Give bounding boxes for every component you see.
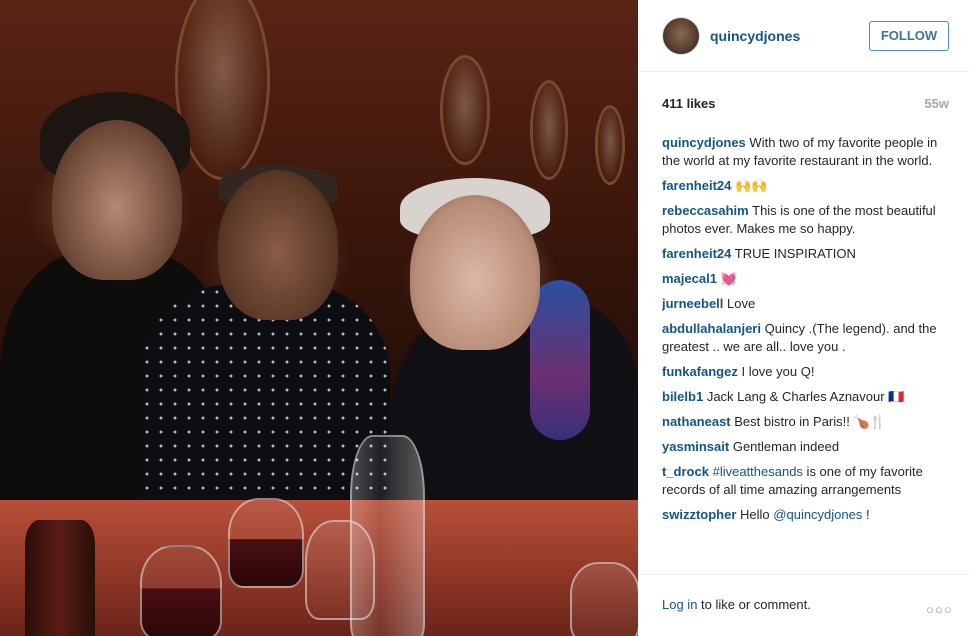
comment: farenheit24 🙌🙌: [662, 177, 952, 195]
login-prompt-text: to like or comment.: [697, 597, 811, 612]
comment: rebeccasahim This is one of the most bea…: [662, 202, 952, 238]
comment-username[interactable]: yasminsait: [662, 439, 729, 454]
wall-mirror: [440, 55, 490, 165]
comment: swizztopher Hello @quincydjones !: [662, 506, 952, 524]
comment: yasminsait Gentleman indeed: [662, 438, 952, 456]
comment-username[interactable]: majecal1: [662, 271, 717, 286]
comment-text: TRUE INSPIRATION: [734, 246, 856, 261]
wine-glass: [140, 545, 222, 636]
comment-text: Gentleman indeed: [732, 439, 840, 454]
comment: farenheit24 TRUE INSPIRATION: [662, 245, 952, 263]
comment-username[interactable]: t_drock: [662, 464, 709, 479]
post-header: quincydjones FOLLOW: [638, 0, 969, 72]
comment-text: 💓: [720, 271, 737, 286]
wine-bottle: [25, 520, 95, 636]
wall-mirror: [595, 105, 625, 185]
more-options-icon[interactable]: ○○○: [926, 602, 953, 617]
comment-username[interactable]: quincydjones: [662, 135, 746, 150]
person-right-face: [410, 195, 540, 350]
comment: majecal1 💓: [662, 270, 952, 288]
comment-username[interactable]: farenheit24: [662, 178, 731, 193]
post-sidebar: quincydjones FOLLOW 411 likes 55w quincy…: [638, 0, 969, 636]
wine-glass: [228, 498, 304, 588]
comment-username[interactable]: abdullahalanjeri: [662, 321, 761, 336]
login-link[interactable]: Log in: [662, 597, 697, 612]
water-bottle: [350, 435, 425, 636]
water-glass: [570, 562, 638, 636]
comment-username[interactable]: bilelb1: [662, 389, 703, 404]
post-footer: Log in to like or comment. ○○○: [638, 574, 969, 636]
post-age[interactable]: 55w: [924, 96, 949, 111]
scarf: [530, 280, 590, 440]
comment-text-prefix: Hello: [740, 507, 774, 522]
avatar[interactable]: [662, 17, 700, 55]
comment: bilelb1 Jack Lang & Charles Aznavour 🇫🇷: [662, 388, 952, 406]
comment-text: !: [862, 507, 870, 522]
comment: t_drock #liveatthesands is one of my fav…: [662, 463, 952, 499]
comment: abdullahalanjeri Quincy .(The legend). a…: [662, 320, 952, 356]
comment-username[interactable]: rebeccasahim: [662, 203, 749, 218]
comment-text: Jack Lang & Charles Aznavour 🇫🇷: [706, 389, 905, 404]
comment: quincydjones With two of my favorite peo…: [662, 134, 952, 170]
comment-text: Best bistro in Paris!! 🍗🍴: [734, 414, 886, 429]
comment-username[interactable]: funkafangez: [662, 364, 738, 379]
comment-username[interactable]: farenheit24: [662, 246, 731, 261]
follow-button[interactable]: FOLLOW: [869, 21, 949, 51]
comments-list[interactable]: quincydjones With two of my favorite peo…: [662, 134, 952, 566]
person-left-face: [52, 120, 182, 280]
comment-username[interactable]: jurneebell: [662, 296, 723, 311]
comment: jurneebell Love: [662, 295, 952, 313]
login-prompt: Log in to like or comment.: [662, 597, 811, 612]
hashtag-link[interactable]: #liveatthesands: [713, 464, 803, 479]
wall-mirror: [530, 80, 568, 180]
comment-username[interactable]: nathaneast: [662, 414, 731, 429]
comment-username[interactable]: swizztopher: [662, 507, 736, 522]
post-photo[interactable]: [0, 0, 638, 636]
person-center-face: [218, 170, 338, 320]
comment-text: I love you Q!: [741, 364, 815, 379]
likes-row: 411 likes 55w: [662, 96, 949, 114]
likes-count[interactable]: 411 likes: [662, 96, 716, 111]
comment: funkafangez I love you Q!: [662, 363, 952, 381]
post-username[interactable]: quincydjones: [710, 28, 800, 44]
comment-text: 🙌🙌: [735, 178, 768, 193]
comment-text: Love: [727, 296, 756, 311]
comment: nathaneast Best bistro in Paris!! 🍗🍴: [662, 413, 952, 431]
mention-link[interactable]: @quincydjones: [773, 507, 862, 522]
